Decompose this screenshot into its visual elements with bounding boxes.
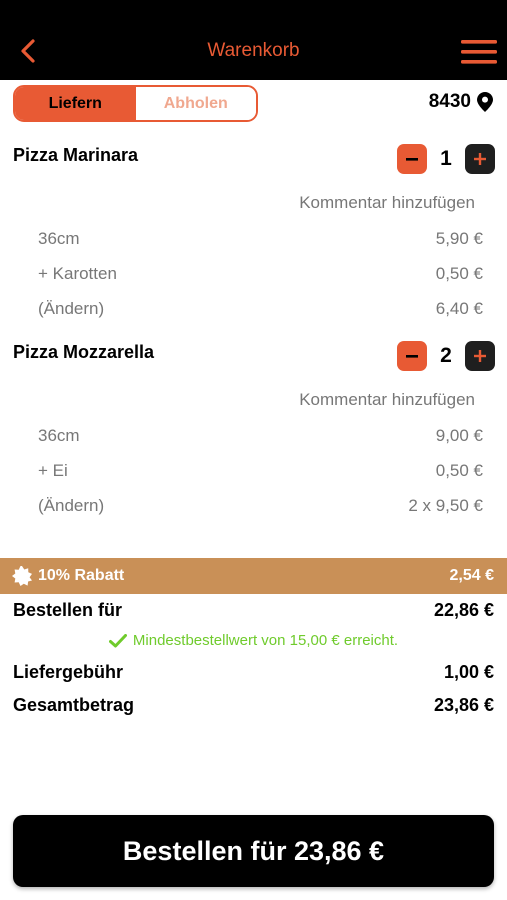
total-label: Gesamtbetrag (13, 695, 135, 715)
minimum-order-text: Mindestbestellwert von 15,00 € erreicht. (132, 632, 399, 649)
delivery-fee-label: Liefergebühr (13, 662, 124, 682)
item-option-row: + Karotten 0,50 € (38, 264, 483, 284)
quantity-stepper: 1 (397, 144, 495, 174)
page-title: Warenkorb (207, 40, 300, 61)
plus-icon (474, 350, 486, 362)
item-option-row: 36cm 5,90 € (38, 229, 483, 249)
item-option-row: (Ändern) 6,40 € (38, 299, 483, 319)
subtotal-label: Bestellen für (13, 600, 123, 620)
hamburger-menu-icon (461, 40, 497, 64)
discount-bar: 10% Rabatt 2,54 € (0, 558, 507, 594)
option-label: + Karotten (38, 264, 117, 283)
item-option-row: (Ändern) 2 x 9,50 € (38, 496, 483, 516)
add-comment-link[interactable]: Kommentar hinzufügen (299, 390, 475, 410)
item-option-row: + Ei 0,50 € (38, 461, 483, 481)
plus-icon (474, 153, 486, 165)
add-comment-link[interactable]: Kommentar hinzufügen (299, 193, 475, 213)
increase-quantity-button[interactable] (465, 341, 495, 371)
checkmark-icon (108, 633, 127, 647)
cart-item-name: Pizza Mozzarella (13, 342, 155, 362)
discount-badge-icon (12, 566, 32, 586)
deliver-option[interactable]: Liefern (15, 87, 136, 120)
subtotal-row: Bestellen für 22,86 € (13, 600, 494, 621)
pickup-option[interactable]: Abholen (135, 87, 256, 120)
decrease-quantity-button[interactable] (397, 341, 427, 371)
minus-icon (406, 355, 418, 358)
postal-code-selector[interactable]: 8430 (429, 91, 493, 113)
delivery-fee-value: 1,00 € (443, 662, 494, 682)
cart-item-name: Pizza Marinara (13, 145, 139, 165)
location-pin-icon (477, 92, 493, 112)
total-row: Gesamtbetrag 23,86 € (13, 695, 494, 716)
option-price: 5,90 € (435, 229, 483, 248)
edit-item-link[interactable]: (Ändern) (38, 299, 104, 319)
option-label: 36cm (38, 229, 80, 248)
app-header: Warenkorb (0, 0, 507, 80)
option-price: 0,50 € (435, 461, 483, 480)
discount-amount: 2,54 € (449, 567, 494, 584)
menu-button[interactable] (461, 38, 497, 66)
quantity-value: 1 (440, 147, 452, 170)
quantity-value: 2 (440, 344, 452, 367)
minus-icon (406, 158, 418, 161)
quantity-stepper: 2 (397, 341, 495, 371)
option-price: 6,40 € (435, 299, 483, 318)
delivery-fee-row: Liefergebühr 1,00 € (13, 662, 494, 683)
minimum-order-note: Mindestbestellwert von 15,00 € erreicht. (0, 632, 507, 649)
discount-label: 10% Rabatt (38, 567, 125, 584)
total-value: 23,86 € (433, 695, 494, 715)
option-label: + Ei (38, 461, 68, 480)
option-price: 0,50 € (435, 264, 483, 283)
edit-item-link[interactable]: (Ändern) (38, 496, 104, 516)
postal-code: 8430 (428, 91, 471, 112)
place-order-button[interactable]: Bestellen für 23,86 € (13, 815, 494, 887)
delivery-mode-toggle: Liefern Abholen (13, 85, 258, 122)
option-label: 36cm (38, 426, 80, 445)
decrease-quantity-button[interactable] (397, 144, 427, 174)
option-price: 2 x 9,50 € (408, 496, 483, 515)
option-price: 9,00 € (435, 426, 483, 445)
subtotal-value: 22,86 € (433, 600, 494, 620)
increase-quantity-button[interactable] (465, 144, 495, 174)
item-option-row: 36cm 9,00 € (38, 426, 483, 446)
